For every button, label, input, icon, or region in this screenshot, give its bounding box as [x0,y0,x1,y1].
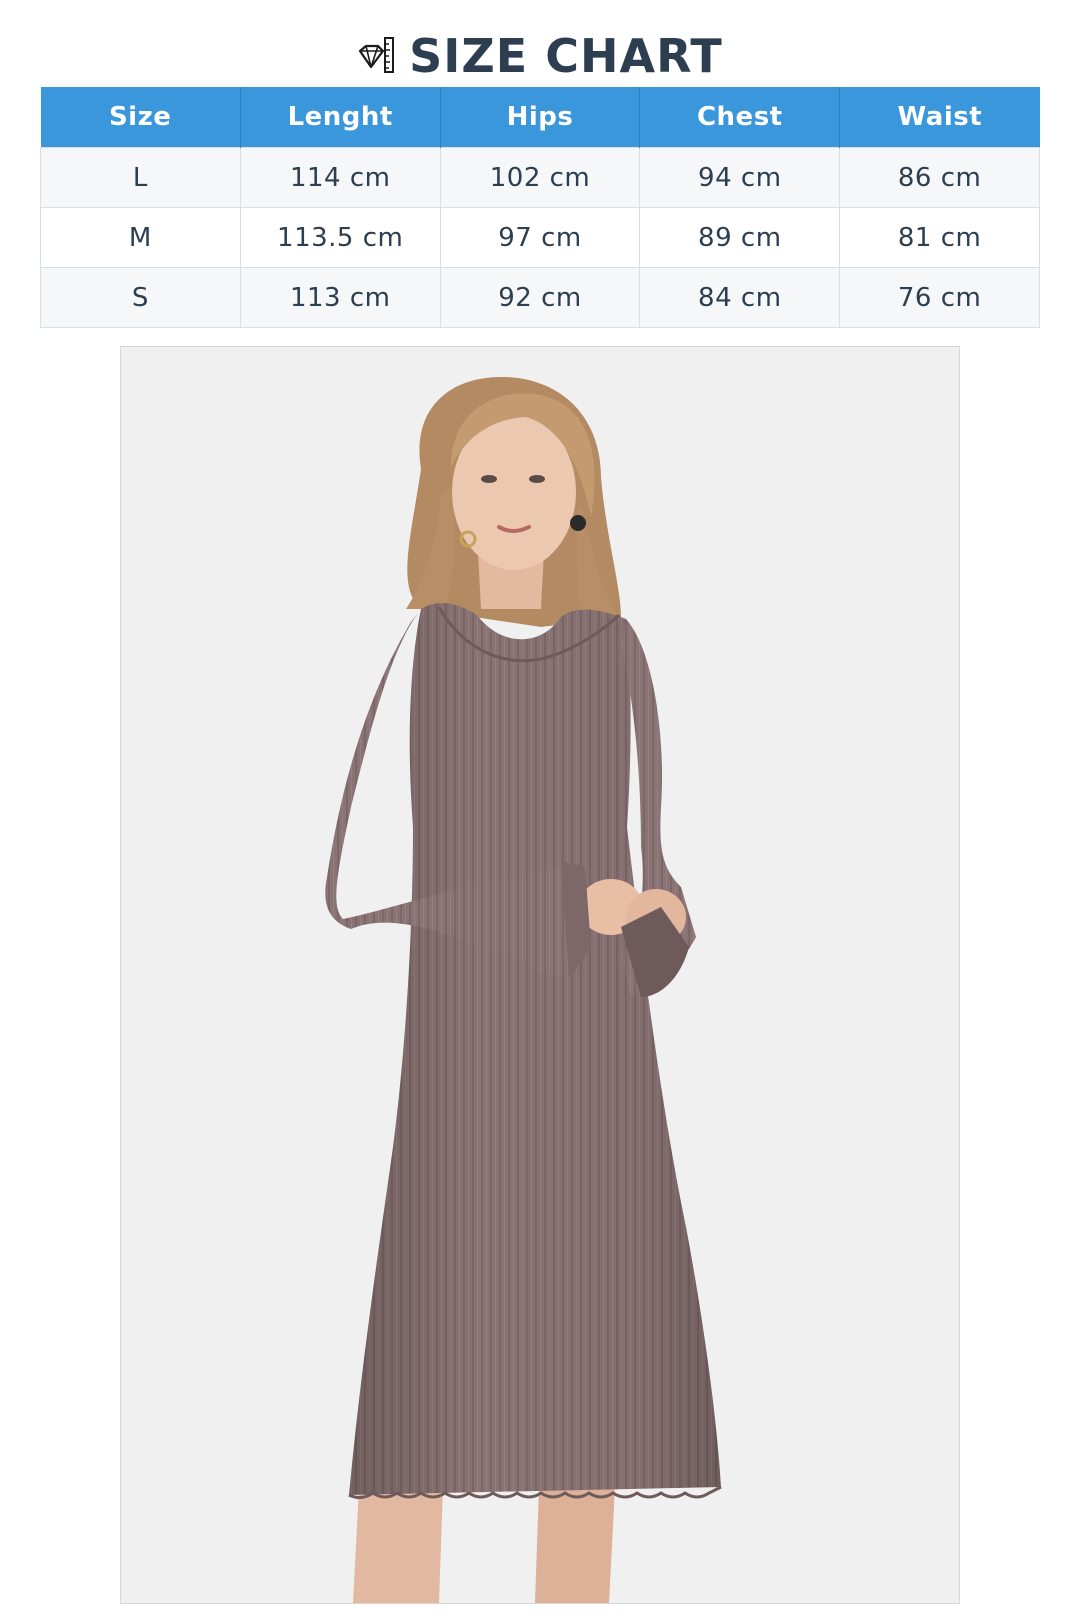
table-cell-length: 114 cm [239,147,441,208]
table-cell-chest: 94 cm [639,147,841,208]
table-row: M 113.5 cm 97 cm 89 cm 81 cm [40,207,1040,268]
table-cell-waist: 76 cm [839,267,1040,328]
page-title: SIZE CHART [409,29,723,83]
table-cell-size: L [40,147,241,208]
table-cell-length: 113.5 cm [239,207,441,268]
size-table: Size Lenght Hips Chest Waist L 114 cm 10… [40,87,1040,328]
column-header-waist: Waist [839,87,1040,148]
table-cell-size: S [40,267,241,328]
column-header-length: Lenght [240,87,441,148]
table-cell-size: M [40,207,241,268]
table-row: S 113 cm 92 cm 84 cm 76 cm [40,267,1040,328]
table-header-row: Size Lenght Hips Chest Waist [40,87,1040,148]
ruler-diamond-icon [359,37,395,73]
table-cell-waist: 86 cm [839,147,1040,208]
model-wearing-dress-illustration [325,377,722,1603]
table-cell-chest: 89 cm [639,207,841,268]
product-photo [120,346,960,1604]
size-chart-header: SIZE CHART [0,26,1080,86]
table-cell-hips: 102 cm [439,147,641,208]
column-header-hips: Hips [440,87,641,148]
table-cell-waist: 81 cm [839,207,1040,268]
table-row: L 114 cm 102 cm 94 cm 86 cm [40,147,1040,208]
table-cell-hips: 97 cm [439,207,641,268]
table-cell-hips: 92 cm [439,267,641,328]
table-cell-chest: 84 cm [639,267,841,328]
column-header-size: Size [40,87,241,148]
column-header-chest: Chest [639,87,841,148]
table-cell-length: 113 cm [239,267,441,328]
